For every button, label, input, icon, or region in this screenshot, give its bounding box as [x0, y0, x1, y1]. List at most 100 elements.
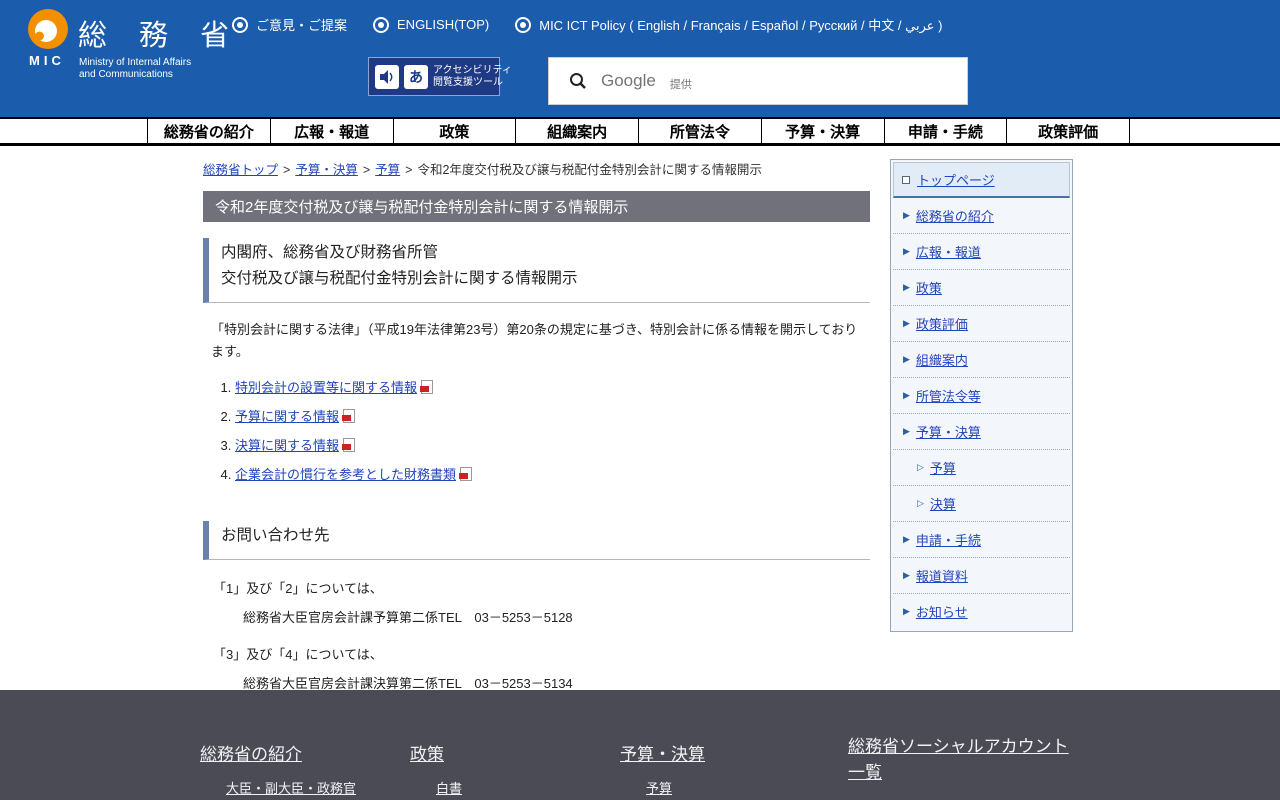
contact-detail: 総務省大臣官房会計課予算第二係TEL 03－5253－5128	[243, 607, 870, 626]
sidebar-item-label[interactable]: 政策	[916, 278, 942, 297]
sidebar-subitem-kessan[interactable]: ▷ 決算	[893, 486, 1070, 522]
triangle-right-icon: ▶	[903, 606, 910, 617]
nav-item-organization[interactable]: 組織案内	[515, 119, 638, 143]
main-column: 総務省トップ>予算・決算>予算>令和2年度交付税及び譲与税配付金特別会計に関する…	[203, 159, 870, 745]
sidebar-item-label[interactable]: 申請・手続	[916, 530, 981, 549]
circle-bullet-icon	[515, 17, 531, 33]
footer-link-policy[interactable]: 政策	[410, 745, 444, 764]
sidebar-item-press[interactable]: ▶ 広報・報道	[893, 234, 1070, 270]
document-link-2[interactable]: 予算に関する情報	[235, 409, 339, 424]
triangle-right-icon: ▶	[903, 354, 910, 365]
accessibility-tool-button[interactable]: あ アクセシビリティ 閲覧支援ツール	[368, 57, 500, 96]
sidebar-item-label[interactable]: 決算	[930, 494, 956, 513]
sidebar-item-applications[interactable]: ▶ 申請・手続	[893, 522, 1070, 558]
pdf-icon[interactable]	[460, 467, 472, 481]
list-item: 予算に関する情報	[235, 406, 870, 425]
sidebar-item-notices[interactable]: ▶ お知らせ	[893, 594, 1070, 629]
search-provider-brand: Google	[601, 71, 656, 91]
section-heading: 内閣府、総務省及び財務省所管 交付税及び譲与税配付金特別会計に関する情報開示	[203, 238, 870, 303]
nav-item-policy[interactable]: 政策	[393, 119, 516, 143]
sidebar-item-organization[interactable]: ▶ 組織案内	[893, 342, 1070, 378]
sidebar-item-label[interactable]: 所管法令等	[916, 386, 981, 405]
hiragana-a-icon: あ	[404, 65, 428, 89]
document-link-1[interactable]: 特別会計の設置等に関する情報	[235, 380, 417, 395]
triangle-right-icon: ▶	[903, 390, 910, 401]
triangle-right-outline-icon: ▷	[917, 462, 924, 473]
list-item: 企業会計の慣行を参考とした財務書類	[235, 464, 870, 483]
mic-ict-policy-link[interactable]: MIC ICT Policy ( English / Français / Es…	[515, 15, 942, 34]
document-link-4[interactable]: 企業会計の慣行を参考とした財務書類	[235, 467, 456, 482]
sidebar-item-label[interactable]: 予算	[930, 458, 956, 477]
footer-link-about[interactable]: 総務省の紹介	[200, 745, 302, 764]
sidebar-item-policy-evaluation[interactable]: ▶ 政策評価	[893, 306, 1070, 342]
sidebar-item-label[interactable]: 組織案内	[916, 350, 968, 369]
speaker-icon	[375, 65, 399, 89]
sidebar-item-press-materials[interactable]: ▶ 報道資料	[893, 558, 1070, 594]
search-provided-label: 提供	[670, 76, 692, 92]
global-nav-inner: 総務省の紹介 広報・報道 政策 組織案内 所管法令 予算・決算 申請・手続 政策…	[147, 119, 1130, 143]
contact-heading: お問い合わせ先	[203, 521, 870, 560]
sidebar-item-label[interactable]: お知らせ	[916, 602, 968, 621]
nav-item-laws[interactable]: 所管法令	[638, 119, 761, 143]
circle-bullet-icon	[232, 17, 248, 33]
sidebar-item-label[interactable]: 広報・報道	[916, 242, 981, 261]
site-search-input[interactable]: Google 提供	[548, 57, 968, 105]
breadcrumb-link-home[interactable]: 総務省トップ	[203, 163, 278, 177]
mic-logo-icon[interactable]	[27, 8, 69, 50]
pdf-icon[interactable]	[343, 409, 355, 423]
breadcrumb-separator: >	[283, 163, 290, 177]
search-icon	[569, 72, 587, 90]
contact-entry: 「1」及び「2」については、 総務省大臣官房会計課予算第二係TEL 03－525…	[213, 578, 870, 626]
nav-item-about[interactable]: 総務省の紹介	[147, 119, 270, 143]
mic-ict-policy-link-label: MIC ICT Policy ( English / Français / Es…	[539, 15, 942, 34]
breadcrumb: 総務省トップ>予算・決算>予算>令和2年度交付税及び譲与税配付金特別会計に関する…	[203, 159, 870, 178]
sidebar-item-label[interactable]: 総務省の紹介	[916, 206, 994, 225]
breadcrumb-current: 令和2年度交付税及び譲与税配付金特別会計に関する情報開示	[417, 163, 761, 177]
nav-item-policy-evaluation[interactable]: 政策評価	[1006, 119, 1130, 143]
sidebar-item-about[interactable]: ▶ 総務省の紹介	[893, 198, 1070, 234]
sidebar-top-link[interactable]: トップページ	[917, 170, 995, 189]
section-heading-line2: 交付税及び譲与税配付金特別会計に関する情報開示	[221, 270, 578, 287]
breadcrumb-link-budget[interactable]: 予算・決算	[295, 163, 358, 177]
footer-link-social-accounts[interactable]: 総務省ソーシャルアカウント一覧	[848, 737, 1069, 782]
footer-column-about: 総務省の紹介 大臣・副大臣・政務官	[200, 740, 356, 797]
sidebar-item-top-page[interactable]: トップページ	[893, 162, 1070, 198]
ministry-subtitle-line1: Ministry of Internal Affairs	[79, 57, 191, 68]
feedback-link[interactable]: ご意見・ご提案	[232, 15, 347, 34]
footer-link-whitepaper[interactable]: 白書	[436, 781, 462, 796]
sidebar-item-policy[interactable]: ▶ 政策	[893, 270, 1070, 306]
footer-column-social: 総務省ソーシャルアカウント一覧	[848, 734, 1070, 786]
english-top-link[interactable]: ENGLISH(TOP)	[373, 17, 489, 33]
nav-item-applications[interactable]: 申請・手続	[884, 119, 1007, 143]
sidebar-item-label[interactable]: 報道資料	[916, 566, 968, 585]
triangle-right-icon: ▶	[903, 426, 910, 437]
footer-link-ministers[interactable]: 大臣・副大臣・政務官	[226, 781, 356, 796]
page-body: 総務省トップ>予算・決算>予算>令和2年度交付税及び譲与税配付金特別会計に関する…	[0, 146, 1280, 690]
triangle-right-icon: ▶	[903, 534, 910, 545]
accessibility-tool-label: アクセシビリティ 閲覧支援ツール	[433, 65, 512, 89]
ministry-subtitle: Ministry of Internal Affairs and Communi…	[79, 57, 191, 81]
accessibility-label-line2: 閲覧支援ツール	[433, 77, 503, 88]
ministry-subtitle-line2: and Communications	[79, 69, 173, 80]
site-header: MIC 総 務 省 Ministry of Internal Affairs a…	[0, 0, 1280, 117]
nav-item-budget[interactable]: 予算・決算	[761, 119, 884, 143]
triangle-right-icon: ▶	[903, 210, 910, 221]
sidebar-item-label[interactable]: 政策評価	[916, 314, 968, 333]
intro-paragraph: 「特別会計に関する法律」（平成19年法律第23号）第20条の規定に基づき、特別会…	[211, 319, 870, 363]
sidebar-item-label[interactable]: 予算・決算	[916, 422, 981, 441]
sidebar-item-laws[interactable]: ▶ 所管法令等	[893, 378, 1070, 414]
document-list: 特別会計の設置等に関する情報 予算に関する情報 決算に関する情報 企業会計の慣行…	[235, 377, 870, 483]
list-item: 特別会計の設置等に関する情報	[235, 377, 870, 396]
footer-link-yosan[interactable]: 予算	[646, 781, 672, 796]
pdf-icon[interactable]	[421, 380, 433, 394]
document-link-3[interactable]: 決算に関する情報	[235, 438, 339, 453]
sidebar-subitem-yosan[interactable]: ▷ 予算	[893, 450, 1070, 486]
accessibility-label-line1: アクセシビリティ	[433, 65, 512, 76]
sidebar-item-budget[interactable]: ▶ 予算・決算	[893, 414, 1070, 450]
nav-item-press[interactable]: 広報・報道	[270, 119, 393, 143]
pdf-icon[interactable]	[343, 438, 355, 452]
triangle-right-icon: ▶	[903, 570, 910, 581]
breadcrumb-link-yosan[interactable]: 予算	[375, 163, 400, 177]
contact-entry: 「3」及び「4」については、 総務省大臣官房会計課決算第二係TEL 03－525…	[213, 644, 870, 692]
footer-link-budget[interactable]: 予算・決算	[620, 745, 705, 764]
